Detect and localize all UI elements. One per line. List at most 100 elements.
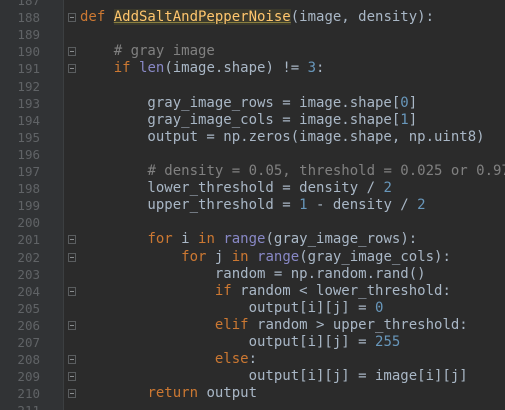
fold-marker-icon[interactable] <box>68 252 76 262</box>
code-token: 2 <box>417 197 426 214</box>
code-text: upper_threshold = 1 - density / 2 <box>80 197 426 214</box>
code-line[interactable]: 199 upper_threshold = 1 - density / 2 <box>0 197 505 214</box>
code-token: return <box>147 385 207 402</box>
code-token: gray_image_rows = image.shape[ <box>80 94 401 111</box>
code-token: output[i][j] = <box>80 299 376 316</box>
code-line[interactable]: 200 <box>0 214 505 231</box>
code-token: elif <box>214 316 258 333</box>
code-token: ] <box>408 94 418 111</box>
code-line[interactable]: 191 if len(image.shape) != 3: <box>0 60 505 77</box>
code-line[interactable]: 206 elif random > upper_threshold: <box>0 317 505 334</box>
code-line[interactable]: 209 output[i][j] = image[i][j] <box>0 368 505 385</box>
line-number: 190 <box>17 44 40 60</box>
line-number: 202 <box>17 249 40 265</box>
line-number: 200 <box>17 215 40 231</box>
fold-marker-icon[interactable] <box>68 372 76 382</box>
code-line[interactable]: 203 random = np.random.rand() <box>0 266 505 283</box>
code-token: AddSaltAndPepperNoise <box>113 9 291 26</box>
code-line[interactable]: 208 else: <box>0 351 505 368</box>
code-token: for <box>147 231 182 248</box>
fold-marker-icon[interactable] <box>68 64 76 74</box>
line-number: 194 <box>17 112 40 128</box>
code-token: lower_threshold = density / <box>80 180 384 197</box>
line-number: 203 <box>17 266 40 282</box>
code-token: if <box>214 282 241 299</box>
code-line[interactable]: 194 gray_image_cols = image.shape[1] <box>0 112 505 129</box>
code-token: (image.shape) != <box>164 60 308 77</box>
code-token: ] <box>408 111 418 128</box>
line-number: 204 <box>17 283 40 299</box>
code-token: : <box>248 351 258 368</box>
code-text: gray_image_cols = image.shape[1] <box>80 112 417 129</box>
code-line[interactable]: 189 <box>0 26 505 43</box>
code-line[interactable]: 211 <box>0 402 505 410</box>
code-text: gray_image_rows = image.shape[0] <box>80 95 417 112</box>
line-number: 193 <box>17 95 40 111</box>
code-line[interactable]: 205 output[i][j] = 0 <box>0 300 505 317</box>
code-text: output = np.zeros(image.shape, np.uint8) <box>80 128 485 146</box>
fold-marker-icon[interactable] <box>68 286 76 296</box>
code-line[interactable]: 204 if random < lower_threshold: <box>0 283 505 300</box>
line-number: 201 <box>17 232 40 248</box>
code-line[interactable]: 198 lower_threshold = density / 2 <box>0 180 505 197</box>
code-token: - density / <box>307 197 418 214</box>
code-token: (gray_image_cols): <box>299 248 451 265</box>
code-token: upper_threshold = <box>80 197 300 214</box>
code-token: range <box>223 231 266 248</box>
code-text: if len(image.shape) != 3: <box>80 60 325 77</box>
code-token: (image, density): <box>290 9 435 26</box>
code-editor[interactable]: 187 188 def AddSaltAndPepperNoise(image, d… <box>0 0 505 410</box>
code-line[interactable]: 201 for i in range(gray_image_rows): <box>0 231 505 248</box>
line-number: 192 <box>17 78 40 94</box>
code-token: (gray_image_rows): <box>265 231 418 248</box>
code-line[interactable]: 188 def AddSaltAndPepperNoise(image, dens… <box>0 9 505 26</box>
code-text: # gray image <box>80 43 215 60</box>
line-number: 188 <box>17 10 40 26</box>
fold-marker-icon[interactable] <box>68 235 76 245</box>
code-line[interactable]: 210 return output <box>0 385 505 402</box>
line-number: 199 <box>17 198 40 214</box>
fold-marker-icon[interactable] <box>68 355 76 365</box>
code-token: in <box>231 248 258 265</box>
code-text: random = np.random.rand() <box>80 266 426 283</box>
line-number: 207 <box>17 335 40 350</box>
line-number: 187 <box>17 0 40 8</box>
code-token: : <box>316 60 325 77</box>
code-token: 0 <box>375 299 384 316</box>
fold-marker-icon[interactable] <box>68 389 76 399</box>
code-line[interactable]: 196 <box>0 146 505 163</box>
code-token: len <box>139 60 165 77</box>
code-line[interactable]: 195 output = np.zeros(image.shape, np.ui… <box>0 129 505 146</box>
code-text: if random < lower_threshold: <box>80 283 451 300</box>
code-token: gray_image_cols = image.shape[ <box>80 111 401 128</box>
code-text: else: <box>80 351 257 368</box>
code-token: output = np.zeros(image.shape, np.uint8) <box>80 128 485 145</box>
code-line[interactable]: 187 <box>0 0 505 9</box>
code-token: in <box>198 231 224 248</box>
code-line[interactable]: 190 # gray image <box>0 43 505 60</box>
code-line[interactable]: 207 output[i][j] = 255 <box>0 334 505 351</box>
code-line[interactable]: 197 # density = 0.05, threshold = 0.025 … <box>0 163 505 180</box>
code-token: j <box>214 248 232 265</box>
code-token: 255 <box>375 334 401 350</box>
code-line[interactable]: 193 gray_image_rows = image.shape[0] <box>0 95 505 112</box>
code-line[interactable]: 192 <box>0 78 505 95</box>
code-token: else <box>214 351 249 368</box>
code-token: 2 <box>383 180 392 197</box>
code-line[interactable]: 202 for j in range(gray_image_cols): <box>0 249 505 266</box>
fold-marker-icon[interactable] <box>68 47 76 57</box>
line-number: 196 <box>17 146 40 162</box>
fold-marker-icon[interactable] <box>68 320 76 330</box>
code-token: def <box>80 9 114 26</box>
fold-marker-icon[interactable] <box>68 13 76 23</box>
code-token: for <box>181 248 215 265</box>
code-token: range <box>257 248 300 265</box>
line-number: 206 <box>17 317 40 333</box>
